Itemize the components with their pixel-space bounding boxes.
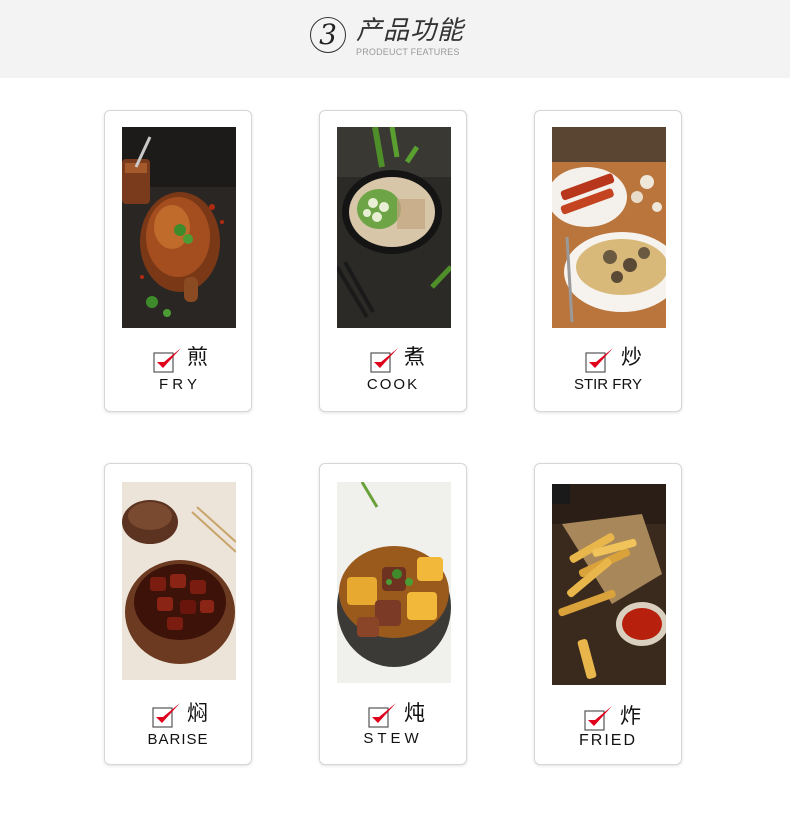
red-check-icon [368, 703, 396, 728]
french-fries-ketchup-photo [552, 484, 666, 685]
feature-en-label: COOK [366, 376, 420, 393]
feature-en-label: STIR FRY [573, 376, 643, 393]
feature-cn-label: 焖 [187, 701, 208, 725]
feature-card-cook: 煮 COOK [319, 110, 467, 412]
feature-en-label: STEW [363, 730, 423, 747]
mushroom-pasta-photo [552, 127, 666, 328]
section-subtitle: PRODEUCT FEATURES [356, 47, 460, 57]
red-check-icon [152, 703, 180, 728]
section-title: 产品功能 [356, 16, 465, 46]
section-number-badge: 3 [310, 17, 346, 53]
feature-cn-label: 炒 [621, 345, 642, 369]
feature-cn-label: 炖 [404, 701, 425, 725]
feature-card-braise: 焖 BARISE [104, 463, 252, 765]
feature-en-label: F R Y [158, 376, 198, 393]
red-check-icon [585, 348, 613, 373]
red-check-icon [153, 348, 181, 373]
feature-en-label: FRIED [579, 732, 637, 749]
feature-en-label: BARISE [147, 731, 209, 748]
feature-card-fry: 煎 F R Y [104, 110, 252, 412]
red-check-icon [584, 706, 612, 731]
feature-card-fried: 炸 FRIED [534, 463, 682, 765]
feature-card-stew: 炖 STEW [319, 463, 467, 765]
roast-chicken-leg-photo [122, 127, 236, 328]
feature-card-stir-fry: 炒 STIR FRY [534, 110, 682, 412]
beef-potato-stew-photo [337, 482, 451, 683]
feature-cn-label: 煮 [404, 345, 425, 369]
feature-cn-label: 煎 [187, 345, 208, 369]
braised-pork-clay-pot-photo [122, 482, 236, 680]
okra-noodle-soup-photo [337, 127, 451, 328]
red-check-icon [370, 348, 398, 373]
section-header: 3 产品功能 PRODEUCT FEATURES [0, 0, 790, 78]
feature-cn-label: 炸 [620, 704, 641, 728]
